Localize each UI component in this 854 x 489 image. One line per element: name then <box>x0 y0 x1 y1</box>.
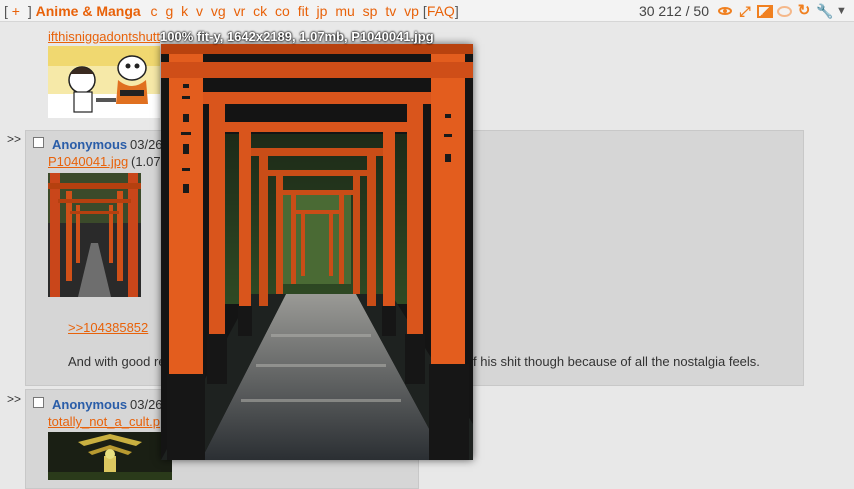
board-link-v[interactable]: v <box>196 3 203 19</box>
post2-date: 03/26 <box>130 137 163 152</box>
post2-checkbox[interactable] <box>33 137 44 148</box>
board-link-g[interactable]: g <box>165 3 173 19</box>
board-list: [ + ] Anime & Manga c g k v vg vr ck co … <box>0 3 459 19</box>
refresh-icon[interactable]: ↻ <box>796 3 812 18</box>
post1-thumbnail-art <box>48 46 160 118</box>
board-link-mu[interactable]: mu <box>335 3 354 19</box>
image-icon[interactable] <box>757 4 773 18</box>
board-title-link[interactable]: Anime & Manga <box>36 3 141 19</box>
faq-bracket-close: ] <box>454 2 459 19</box>
board-link-jp[interactable]: jp <box>317 3 328 19</box>
toggle-plus-button[interactable]: + <box>12 3 20 19</box>
post-counter: 30 212 / 50 <box>638 3 709 19</box>
post3-file-link[interactable]: totally_not_a_cult.p <box>48 414 160 429</box>
post2-author-name: Anonymous <box>52 137 128 152</box>
faq-link[interactable]: FAQ <box>427 3 455 19</box>
post2-thumbnail[interactable] <box>48 173 141 297</box>
board-link-tv[interactable]: tv <box>385 3 396 19</box>
bracket-close: ] <box>27 2 32 19</box>
post2-quote-link[interactable]: >>104385852 <box>68 320 148 335</box>
post1-file-link[interactable]: ifthisniggadontshutt <box>48 29 160 44</box>
board-link-vg[interactable]: vg <box>211 3 226 19</box>
post2-file-info: (1.07 <box>131 154 161 169</box>
post3-arrow: >> <box>7 392 22 406</box>
toolbar-icons: 30 212 / 50 ⤢ ↻ 🔧 ▼ <box>638 0 847 22</box>
bubble-icon[interactable] <box>777 5 792 17</box>
board-link-fit[interactable]: fit <box>298 3 309 19</box>
post3-thumbnail-art <box>48 432 172 480</box>
board-link-ck[interactable]: ck <box>253 3 267 19</box>
post3-date: 03/26 <box>130 397 163 412</box>
post2-file-link[interactable]: P1040041.jpg <box>48 154 128 169</box>
post2-arrow: >> <box>7 132 22 146</box>
chevron-down-icon[interactable]: ▼ <box>836 4 847 18</box>
bracket-open: [ <box>4 2 8 19</box>
eye-icon[interactable] <box>717 4 733 18</box>
post3-checkbox[interactable] <box>33 397 44 408</box>
post3-author-name: Anonymous <box>52 397 128 412</box>
board-link-vr[interactable]: vr <box>234 3 246 19</box>
board-link-sp[interactable]: sp <box>363 3 378 19</box>
top-navigation-bar: [ + ] Anime & Manga c g k v vg vr ck co … <box>0 0 854 22</box>
post1-thumbnail[interactable] <box>48 46 160 118</box>
board-link-vp[interactable]: vp <box>404 3 419 19</box>
post2-message-end: f his shit though because of all the nos… <box>473 354 760 369</box>
expand-icon[interactable]: ⤢ <box>737 4 753 18</box>
board-link-c[interactable]: c <box>151 3 158 19</box>
torii-gate-photo <box>161 44 473 460</box>
post2-message-start: And with good re <box>68 354 166 369</box>
hover-preview-image <box>161 44 473 460</box>
board-link-co[interactable]: co <box>275 3 290 19</box>
post3-thumbnail[interactable] <box>48 432 172 480</box>
hover-preview-info: 100% fit-y, 1642x2189, 1.07mb, P1040041.… <box>160 29 434 44</box>
wrench-icon[interactable]: 🔧 <box>816 4 833 18</box>
post2-thumbnail-art <box>48 173 141 297</box>
board-link-k[interactable]: k <box>181 3 188 19</box>
